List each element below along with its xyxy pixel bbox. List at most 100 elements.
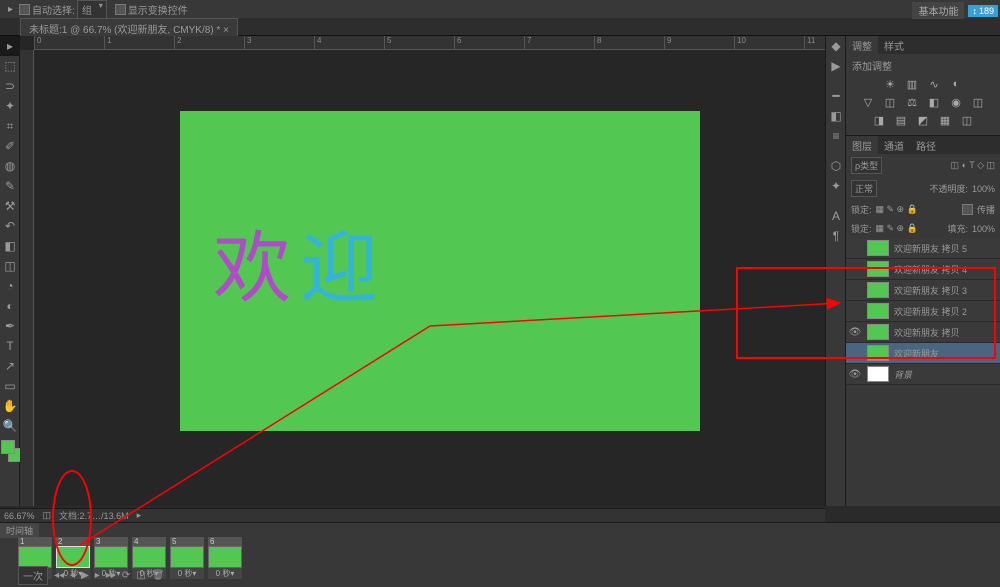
dock-swatches-icon[interactable]: ≡	[826, 126, 846, 146]
balance-icon[interactable]: ⚖	[905, 95, 919, 109]
vibrance-icon[interactable]: ▽	[861, 95, 875, 109]
marquee-tool[interactable]: ⬚	[0, 56, 20, 76]
canvas-area: 012 345 678 91011 欢 迎	[20, 36, 825, 506]
loop-dropdown[interactable]: 一次	[18, 566, 48, 585]
curves-icon[interactable]: ∿	[927, 77, 941, 91]
layer-item[interactable]: 欢迎新朋友	[846, 343, 1000, 364]
new-frame-icon[interactable]: ◫	[136, 570, 145, 581]
hue-icon[interactable]: ◫	[883, 95, 897, 109]
share-badge[interactable]: 189	[968, 5, 998, 17]
brightness-icon[interactable]: ☀	[883, 77, 897, 91]
threshold-icon[interactable]: ◩	[916, 113, 930, 127]
next-frame-icon[interactable]: ▸	[95, 570, 100, 581]
transform-checkbox[interactable]	[115, 4, 126, 15]
levels-icon[interactable]: ▥	[905, 77, 919, 91]
invert-icon[interactable]: ◨	[872, 113, 886, 127]
selective-icon[interactable]: ◫	[960, 113, 974, 127]
timeline-frame[interactable]: 6 0 秒▾	[208, 537, 242, 579]
layer-thumbnail[interactable]	[867, 261, 889, 277]
layer-item[interactable]: 👁 背景	[846, 364, 1000, 385]
brush-tool[interactable]: ✎	[0, 176, 20, 196]
zoom-tool[interactable]: 🔍	[0, 416, 20, 436]
blur-tool[interactable]: ◔	[0, 276, 20, 296]
auto-select-checkbox[interactable]	[19, 4, 30, 15]
pen-tool[interactable]: ✒	[0, 316, 20, 336]
dock-properties-icon[interactable]: ━	[826, 86, 846, 106]
layer-item[interactable]: 欢迎新朋友 拷贝 3	[846, 280, 1000, 301]
prev-frame-icon[interactable]: ◂	[70, 570, 75, 581]
zoom-level[interactable]: 66.67%	[4, 511, 35, 521]
dock-brush-icon[interactable]: ◧	[826, 106, 846, 126]
visibility-icon[interactable]: 👁	[846, 369, 864, 380]
layer-kind[interactable]: ρ类型	[851, 157, 882, 174]
crop-tool[interactable]: ⌗	[0, 116, 20, 136]
layer-thumbnail[interactable]	[867, 303, 889, 319]
tab-channels[interactable]: 通道	[878, 136, 910, 154]
eraser-tool[interactable]: ◧	[0, 236, 20, 256]
frame-duration[interactable]: 0 秒▾	[170, 568, 204, 579]
timeline-frame[interactable]: 5 0 秒▾	[170, 537, 204, 579]
layer-thumbnail[interactable]	[867, 282, 889, 298]
hand-tool[interactable]: ✋	[0, 396, 20, 416]
lasso-tool[interactable]: ⊃	[0, 76, 20, 96]
status-arrow-icon[interactable]: ▸	[137, 510, 142, 521]
gradient-tool[interactable]: ◫	[0, 256, 20, 276]
move-tool[interactable]: ▸	[0, 36, 20, 56]
layer-item[interactable]: 欢迎新朋友 拷贝 5	[846, 238, 1000, 259]
bw-icon[interactable]: ◧	[927, 95, 941, 109]
dock-spark-icon[interactable]: ✦	[826, 176, 846, 196]
stamp-tool[interactable]: ⚒	[0, 196, 20, 216]
tab-styles[interactable]: 样式	[878, 36, 910, 54]
layer-item[interactable]: 欢迎新朋友 拷贝 2	[846, 301, 1000, 322]
dock-clone-icon[interactable]: ⬡	[826, 156, 846, 176]
layer-thumbnail[interactable]	[867, 240, 889, 256]
photo-filter-icon[interactable]: ◉	[949, 95, 963, 109]
layer-item[interactable]: 👁 欢迎新朋友 拷贝	[846, 322, 1000, 343]
canvas[interactable]: 欢 迎	[180, 111, 700, 431]
layer-thumbnail[interactable]	[867, 324, 889, 340]
path-tool[interactable]: ↗	[0, 356, 20, 376]
visibility-icon[interactable]: 👁	[846, 327, 864, 338]
frame-thumb[interactable]	[208, 546, 242, 568]
frame-thumb[interactable]	[170, 546, 204, 568]
opacity-value[interactable]: 100%	[972, 184, 995, 194]
color-swatches[interactable]	[0, 440, 19, 470]
frame-thumb[interactable]	[94, 546, 128, 568]
history-brush-tool[interactable]: ↶	[0, 216, 20, 236]
propagate-checkbox[interactable]	[962, 204, 973, 215]
mixer-icon[interactable]: ◫	[971, 95, 985, 109]
dodge-tool[interactable]: ◐	[0, 296, 20, 316]
layer-item[interactable]: 欢迎新朋友 拷贝 4	[846, 259, 1000, 280]
posterize-icon[interactable]: ▤	[894, 113, 908, 127]
foreground-color[interactable]	[1, 440, 15, 454]
heal-tool[interactable]: ◍	[0, 156, 20, 176]
shape-tool[interactable]: ▭	[0, 376, 20, 396]
tween-icon[interactable]: ⟳	[122, 570, 130, 581]
delete-frame-icon[interactable]: 🗑	[152, 570, 165, 581]
tab-paths[interactable]: 路径	[910, 136, 942, 154]
type-tool[interactable]: T	[0, 336, 20, 356]
timeline-tab[interactable]: 时间轴	[0, 523, 39, 538]
wand-tool[interactable]: ✦	[0, 96, 20, 116]
last-frame-icon[interactable]: ▸▸	[106, 570, 116, 581]
play-icon[interactable]: ▶	[81, 570, 89, 581]
tab-layers[interactable]: 图层	[846, 136, 878, 154]
first-frame-icon[interactable]: ◂◂	[54, 570, 64, 581]
right-panels: 调整 样式 添加调整 ☀ ▥ ∿ ◐ ▽ ◫ ⚖ ◧ ◉ ◫ ◨ ▤ ◩	[845, 36, 1000, 506]
dock-para-icon[interactable]: ¶	[826, 226, 846, 246]
exposure-icon[interactable]: ◐	[949, 77, 963, 91]
layer-thumbnail[interactable]	[867, 345, 889, 361]
frame-duration[interactable]: 0 秒▾	[208, 568, 242, 579]
blend-mode[interactable]: 正常	[851, 180, 877, 197]
frame-thumb[interactable]	[56, 546, 90, 568]
dock-char-icon[interactable]: A	[826, 206, 846, 226]
dock-actions-icon[interactable]: ▶	[826, 56, 846, 76]
frame-thumb[interactable]	[18, 546, 52, 568]
group-dropdown[interactable]: 组	[77, 0, 107, 19]
layer-thumbnail[interactable]	[867, 366, 889, 382]
frame-thumb[interactable]	[132, 546, 166, 568]
fill-value[interactable]: 100%	[972, 224, 995, 234]
workspace-label[interactable]: 基本功能	[912, 2, 964, 19]
gradient-map-icon[interactable]: ▦	[938, 113, 952, 127]
eyedropper-tool[interactable]: ✐	[0, 136, 20, 156]
